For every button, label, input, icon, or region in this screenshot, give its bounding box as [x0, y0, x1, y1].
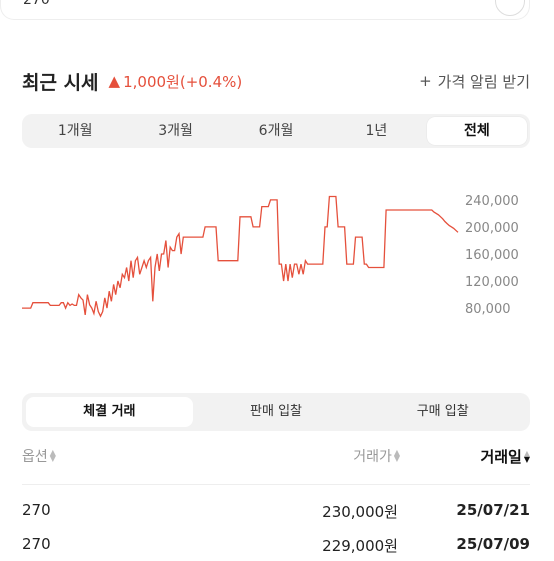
y-tick-label: 80,000 [465, 302, 511, 317]
sort-icon: ▲ ▼ [49, 448, 56, 463]
row-option: 270 [22, 535, 51, 553]
price-alert-button[interactable]: + 가격 알림 받기 [419, 71, 530, 92]
section-title: 최근 시세 [22, 71, 99, 94]
divider [22, 484, 530, 485]
up-triangle-icon: ▲ [108, 72, 121, 90]
tab-buy-bids[interactable]: 구매 입찰 [359, 397, 526, 427]
size-select-value: 270 [23, 0, 50, 8]
y-tick-label: 120,000 [465, 275, 519, 290]
price-change: ▲ 1,000원(+0.4%) [109, 71, 243, 92]
header-price-label: 거래가 [353, 449, 392, 465]
row-price: 229,000원 [322, 537, 398, 555]
sort-desc-icon: ▲ ▼ [523, 448, 530, 464]
header-date-label: 거래일 [480, 448, 522, 466]
row-option: 270 [22, 501, 51, 519]
y-tick-label: 160,000 [465, 248, 519, 263]
table-row: 270 229,000원 25/07/09 [22, 535, 530, 561]
tab-sell-bids[interactable]: 판매 입찰 [193, 397, 360, 427]
table-row: 270 230,000원 25/07/21 [22, 501, 530, 527]
period-tabs: 1개월 3개월 6개월 1년 전체 [22, 114, 530, 148]
tab-1-year[interactable]: 1년 [326, 117, 426, 145]
tab-3-months[interactable]: 3개월 [125, 117, 225, 145]
tab-completed-trades[interactable]: 체결 거래 [26, 397, 193, 427]
price-alert-label: 가격 알림 받기 [437, 72, 530, 91]
tab-6-months[interactable]: 6개월 [226, 117, 326, 145]
header-date[interactable]: 거래일 ▲ ▼ [480, 446, 530, 467]
row-date: 25/07/09 [456, 535, 530, 553]
price-line [22, 195, 459, 318]
trade-tabs: 체결 거래 판매 입찰 구매 입찰 [22, 393, 530, 431]
size-select[interactable]: 270 [0, 0, 530, 20]
header-price[interactable]: 거래가 ▲ ▼ [353, 446, 400, 466]
header-option-label: 옵션 [22, 449, 48, 465]
table-header: 옵션 ▲ ▼ 거래가 ▲ ▼ 거래일 ▲ ▼ [22, 446, 530, 474]
recent-price-header: 최근 시세 ▲ 1,000원(+0.4%) + 가격 알림 받기 [22, 66, 530, 96]
price-chart[interactable]: 240,000 200,000 160,000 120,000 80,000 [0, 175, 554, 345]
dropdown-toggle-icon[interactable] [495, 0, 525, 16]
tab-all[interactable]: 전체 [426, 117, 528, 145]
row-price: 230,000원 [322, 503, 398, 521]
y-tick-label: 200,000 [465, 221, 519, 236]
header-option[interactable]: 옵션 ▲ ▼ [22, 446, 56, 466]
tab-1-month[interactable]: 1개월 [25, 117, 125, 145]
sort-icon: ▲ ▼ [393, 448, 400, 463]
plus-icon: + [419, 72, 432, 90]
price-change-value: 1,000원(+0.4%) [123, 72, 243, 91]
y-tick-label: 240,000 [465, 194, 519, 209]
row-date: 25/07/21 [456, 501, 530, 519]
